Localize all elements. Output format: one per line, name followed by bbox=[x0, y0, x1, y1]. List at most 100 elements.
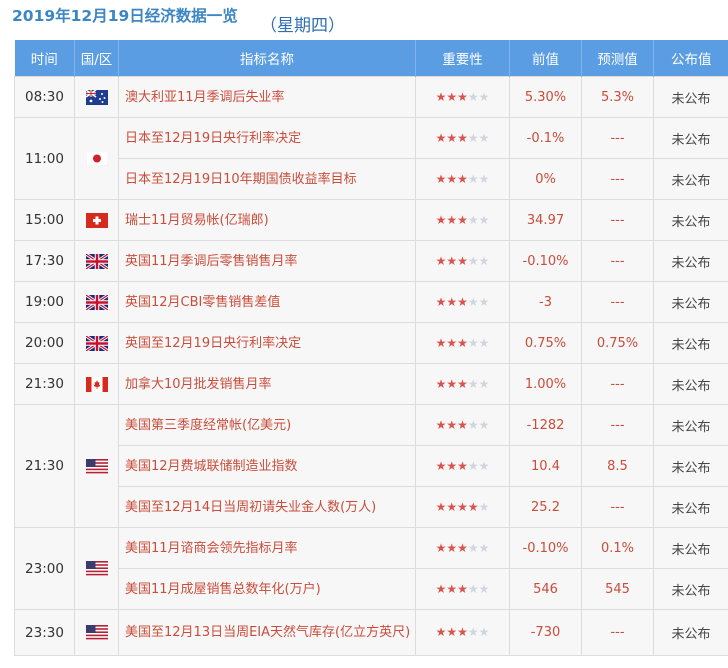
star-icon: ★ bbox=[467, 499, 479, 514]
forecast-value: 5.3% bbox=[581, 76, 654, 118]
region-cell bbox=[74, 281, 119, 323]
star-icon: ★ bbox=[457, 458, 468, 473]
indicator-name[interactable]: 瑞士11月贸易帐(亿瑞郎) bbox=[118, 199, 416, 241]
star-icon: ★ bbox=[457, 335, 468, 350]
indicator-name[interactable]: 美国至12月13日当周EIA天然气库存(亿立方英尺) bbox=[118, 609, 416, 656]
importance-cell: ★★★★★ bbox=[415, 76, 510, 118]
star-icon: ★ bbox=[467, 212, 479, 227]
importance-stars: ★★★★★ bbox=[436, 254, 490, 268]
indicator-name[interactable]: 美国12月费城联储制造业指数 bbox=[118, 445, 416, 487]
star-icon: ★ bbox=[457, 253, 468, 268]
indicator-name[interactable]: 日本至12月19日央行利率决定 bbox=[118, 117, 416, 159]
header-indicator: 指标名称 bbox=[118, 40, 416, 77]
region-cell bbox=[74, 240, 119, 282]
indicator-name[interactable]: 美国11月成屋销售总数年化(万户) bbox=[118, 568, 416, 610]
table-row: 17:30 英国11月季调后零售销售月率 ★★★★★ -0.10% --- 未公布 bbox=[14, 240, 728, 282]
star-icon: ★ bbox=[467, 294, 479, 309]
star-icon: ★ bbox=[478, 417, 490, 432]
star-icon: ★ bbox=[435, 212, 447, 227]
star-icon: ★ bbox=[435, 376, 447, 391]
previous-value: 546 bbox=[509, 568, 582, 610]
star-icon: ★ bbox=[446, 417, 458, 432]
region-cell bbox=[74, 363, 119, 405]
star-icon: ★ bbox=[478, 540, 490, 555]
importance-stars: ★★★★★ bbox=[436, 377, 490, 391]
star-icon: ★ bbox=[467, 625, 479, 639]
star-icon: ★ bbox=[457, 540, 468, 555]
star-icon: ★ bbox=[457, 376, 468, 391]
star-icon: ★ bbox=[446, 499, 458, 514]
table-row: 15:00 瑞士11月贸易帐(亿瑞郎) ★★★★★ 34.97 --- 未公布 bbox=[14, 199, 728, 241]
indicator-name[interactable]: 英国11月季调后零售销售月率 bbox=[118, 240, 416, 282]
star-icon: ★ bbox=[446, 376, 458, 391]
time-cell: 15:00 bbox=[14, 199, 75, 241]
table-row: 美国12月费城联储制造业指数 ★★★★★ 10.4 8.5 未公布 bbox=[15, 445, 728, 487]
forecast-value: --- bbox=[581, 117, 654, 159]
region-cell bbox=[74, 404, 119, 528]
star-icon: ★ bbox=[467, 376, 479, 391]
forecast-value: --- bbox=[581, 609, 654, 656]
star-icon: ★ bbox=[457, 625, 468, 639]
published-value: 未公布 bbox=[653, 363, 728, 405]
star-icon: ★ bbox=[467, 171, 479, 186]
star-icon: ★ bbox=[478, 458, 490, 473]
star-icon: ★ bbox=[478, 625, 490, 639]
star-icon: ★ bbox=[446, 130, 458, 145]
table-row: 美国至12月14日当周初请失业金人数(万人) ★★★★★ 25.2 --- 未公布 bbox=[15, 486, 728, 528]
previous-value: -0.10% bbox=[509, 527, 582, 569]
star-icon: ★ bbox=[467, 417, 479, 432]
forecast-value: --- bbox=[581, 404, 654, 446]
star-icon: ★ bbox=[467, 253, 479, 268]
page-heading: 2019年12月19日经济数据一览 （星期四） bbox=[0, 0, 728, 40]
importance-stars: ★★★★★ bbox=[436, 336, 490, 350]
published-value: 未公布 bbox=[653, 609, 728, 656]
star-icon: ★ bbox=[478, 171, 490, 186]
uk-flag-icon bbox=[84, 334, 109, 352]
indicator-name[interactable]: 美国第三季度经常帐(亿美元) bbox=[118, 404, 416, 446]
canada-flag-icon bbox=[85, 376, 108, 392]
importance-stars: ★★★★★ bbox=[436, 625, 490, 639]
importance-cell: ★★★★★ bbox=[415, 199, 510, 241]
japan-flag-icon bbox=[85, 150, 108, 167]
star-icon: ★ bbox=[435, 458, 447, 473]
star-icon: ★ bbox=[446, 212, 458, 227]
importance-stars: ★★★★★ bbox=[436, 500, 490, 514]
region-cell bbox=[74, 117, 119, 200]
previous-value: 10.4 bbox=[509, 445, 582, 487]
previous-value: 25.2 bbox=[509, 486, 582, 528]
indicator-name[interactable]: 美国至12月14日当周初请失业金人数(万人) bbox=[118, 486, 416, 528]
forecast-value: --- bbox=[581, 199, 654, 241]
importance-cell: ★★★★★ bbox=[415, 117, 510, 159]
indicator-name[interactable]: 英国至12月19日央行利率决定 bbox=[118, 322, 416, 364]
uk-flag-icon bbox=[84, 293, 109, 311]
indicator-name[interactable]: 加拿大10月批发销售月率 bbox=[118, 363, 416, 405]
indicator-name[interactable]: 美国11月谘商会领先指标月率 bbox=[118, 527, 416, 569]
australia-flag-icon bbox=[85, 88, 108, 105]
star-icon: ★ bbox=[478, 581, 490, 596]
previous-value: 1.00% bbox=[509, 363, 582, 405]
switzerland-flag-icon bbox=[85, 212, 108, 228]
time-cell: 23:00 bbox=[14, 527, 75, 610]
importance-stars: ★★★★★ bbox=[436, 213, 490, 227]
region-cell bbox=[74, 322, 119, 364]
table-row: 23:00 美国11月谘商会领先指标月率 ★★★★★ -0.10% 0.1% 未公布 bbox=[14, 527, 728, 610]
star-icon: ★ bbox=[446, 294, 458, 309]
star-icon: ★ bbox=[457, 417, 468, 432]
usa-flag-icon bbox=[85, 561, 108, 576]
indicator-name[interactable]: 英国12月CBI零售销售差值 bbox=[118, 281, 416, 323]
time-cell: 11:00 bbox=[14, 117, 75, 200]
star-icon: ★ bbox=[467, 335, 479, 350]
star-icon: ★ bbox=[467, 89, 479, 104]
time-cell: 23:30 bbox=[14, 609, 75, 656]
star-icon: ★ bbox=[446, 89, 458, 104]
indicator-name[interactable]: 日本至12月19日10年期国债收益率目标 bbox=[118, 158, 416, 200]
star-icon: ★ bbox=[457, 212, 468, 227]
time-cell: 08:30 bbox=[14, 76, 75, 118]
previous-value: 34.97 bbox=[509, 199, 582, 241]
importance-stars: ★★★★★ bbox=[436, 131, 490, 145]
published-value: 未公布 bbox=[653, 158, 728, 200]
time-cell: 21:30 bbox=[14, 404, 75, 528]
star-icon: ★ bbox=[478, 335, 490, 350]
indicator-name[interactable]: 澳大利亚11月季调后失业率 bbox=[118, 76, 416, 118]
previous-value: -1282 bbox=[509, 404, 582, 446]
